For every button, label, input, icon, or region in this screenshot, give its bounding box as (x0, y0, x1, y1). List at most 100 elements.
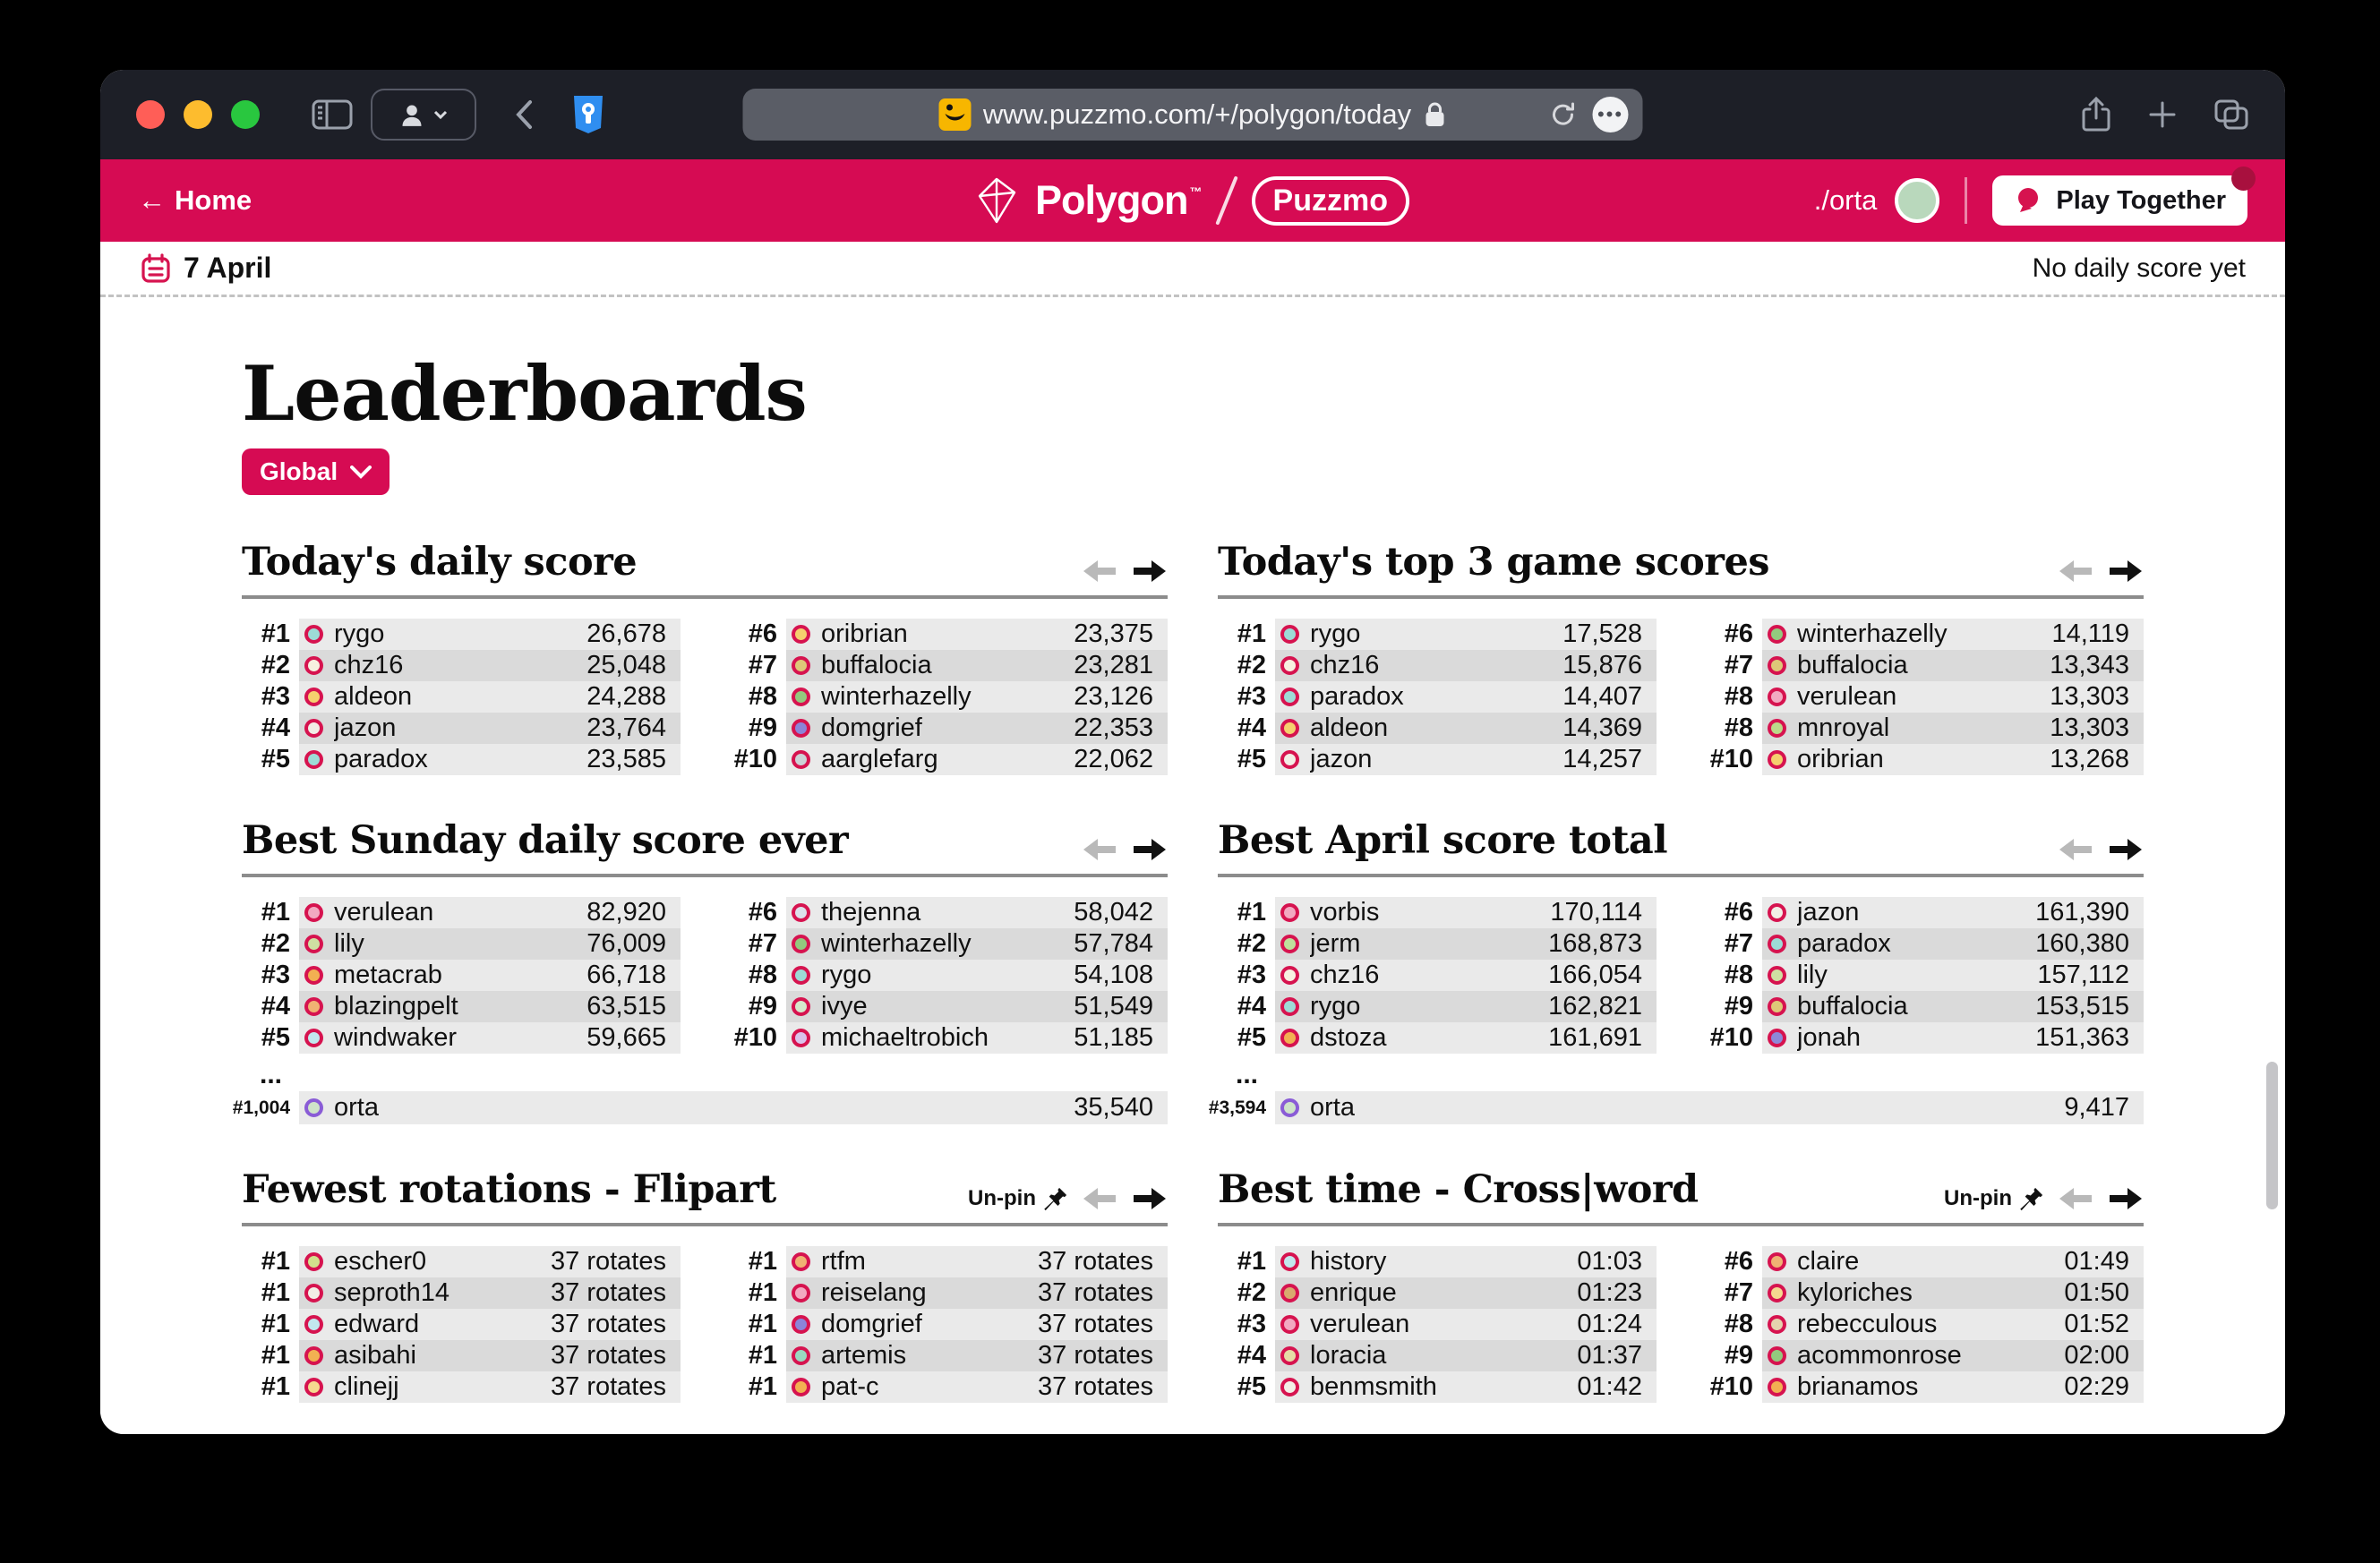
leaderboard-row[interactable]: #1seproth1437 rotates (242, 1277, 681, 1309)
leaderboard-row[interactable]: #1edward37 rotates (242, 1309, 681, 1340)
leaderboard-row[interactable]: #2jerm168,873 (1218, 928, 1657, 960)
rank-label: #1 (242, 1277, 299, 1309)
leaderboard-row[interactable]: #8winterhazelly23,126 (729, 681, 1168, 713)
leaderboard-row[interactable]: #2chz1625,048 (242, 650, 681, 681)
unpin-button[interactable]: Un-pin (968, 1186, 1067, 1211)
next-page-arrow[interactable] (1132, 836, 1168, 863)
leaderboard-row[interactable]: #9ivye51,549 (729, 991, 1168, 1022)
leaderboard-row[interactable]: #1,004 orta 35,540 (242, 1091, 1168, 1124)
leaderboard-row[interactable]: #6claire01:49 (1705, 1246, 2144, 1277)
next-page-arrow[interactable] (1132, 1185, 1168, 1212)
avatar (792, 1252, 810, 1271)
leaderboard-row[interactable]: #2lily76,009 (242, 928, 681, 960)
share-icon[interactable] (2081, 97, 2111, 132)
leaderboard-row[interactable]: #1domgrief37 rotates (729, 1309, 1168, 1340)
next-page-arrow[interactable] (2108, 836, 2144, 863)
avatar[interactable] (1895, 178, 1939, 223)
zoom-window-button[interactable] (231, 100, 260, 129)
scrollbar-thumb[interactable] (2266, 1062, 2278, 1209)
leaderboard-row[interactable]: #8rebecculous01:52 (1705, 1309, 2144, 1340)
leaderboard-row[interactable]: #1rtfm37 rotates (729, 1246, 1168, 1277)
back-button[interactable] (514, 98, 534, 131)
leaderboard-row[interactable]: #2chz1615,876 (1218, 650, 1657, 681)
leaderboard-row[interactable]: #1rygo17,528 (1218, 619, 1657, 650)
next-page-arrow[interactable] (2108, 558, 2144, 585)
leaderboard-row[interactable]: #1clinejj37 rotates (242, 1371, 681, 1403)
leaderboard-row[interactable]: #3,594 orta 9,417 (1218, 1091, 2144, 1124)
leaderboard-row[interactable]: #7buffalocia23,281 (729, 650, 1168, 681)
leaderboard-row[interactable]: #1artemis37 rotates (729, 1340, 1168, 1371)
leaderboard-row[interactable]: #9domgrief22,353 (729, 713, 1168, 744)
tab-overview-icon[interactable] (2213, 98, 2249, 131)
leaderboard-row[interactable]: #3metacrab66,718 (242, 960, 681, 991)
leaderboard-row[interactable]: #5paradox23,585 (242, 744, 681, 775)
page-actions-icon[interactable]: ••• (1593, 97, 1629, 132)
prev-page-arrow[interactable] (1082, 836, 1117, 863)
leaderboard-row[interactable]: #10michaeltrobich51,185 (729, 1022, 1168, 1054)
leaderboard-row[interactable]: #4jazon23,764 (242, 713, 681, 744)
leaderboard-row[interactable]: #4aldeon14,369 (1218, 713, 1657, 744)
username-link[interactable]: ./orta (1814, 184, 1878, 217)
next-page-arrow[interactable] (1132, 558, 1168, 585)
home-link[interactable]: ← Home (138, 184, 252, 217)
url-bar[interactable]: www.puzzmo.com/+/polygon/today ••• (743, 89, 1643, 141)
leaderboard-row[interactable]: #3verulean01:24 (1218, 1309, 1657, 1340)
leaderboard-row[interactable]: #4blazingpelt63,515 (242, 991, 681, 1022)
leaderboard-row[interactable]: #10aarglefarg22,062 (729, 744, 1168, 775)
leaderboard-row[interactable]: #9buffalocia153,515 (1705, 991, 2144, 1022)
leaderboard-row[interactable]: #6jazon161,390 (1705, 897, 2144, 928)
leaderboard-row[interactable]: #9acommonrose02:00 (1705, 1340, 2144, 1371)
leaderboard-row[interactable]: #7winterhazelly57,784 (729, 928, 1168, 960)
leaderboard-row[interactable]: #1pat-c37 rotates (729, 1371, 1168, 1403)
prev-page-arrow[interactable] (2058, 1185, 2093, 1212)
prev-page-arrow[interactable] (1082, 1185, 1117, 1212)
leaderboard-row[interactable]: #8verulean13,303 (1705, 681, 2144, 713)
leaderboard-row[interactable]: #1escher037 rotates (242, 1246, 681, 1277)
leaderboard-row[interactable]: #10oribrian13,268 (1705, 744, 2144, 775)
leaderboard-row[interactable]: #2enrique01:23 (1218, 1277, 1657, 1309)
leaderboard-row[interactable]: #4rygo162,821 (1218, 991, 1657, 1022)
leaderboard-row[interactable]: #8mnroyal13,303 (1705, 713, 2144, 744)
player-name: winterhazelly (821, 929, 1063, 959)
password-manager-icon[interactable] (569, 94, 607, 135)
leaderboard-row[interactable]: #7paradox160,380 (1705, 928, 2144, 960)
reload-icon[interactable] (1550, 101, 1577, 128)
leaderboard-row[interactable]: #1vorbis170,114 (1218, 897, 1657, 928)
prev-page-arrow[interactable] (2058, 558, 2093, 585)
new-tab-icon[interactable] (2147, 99, 2178, 130)
prev-page-arrow[interactable] (2058, 836, 2093, 863)
leaderboard-row[interactable]: #8lily157,112 (1705, 960, 2144, 991)
leaderboard-row[interactable]: #5dstoza161,691 (1218, 1022, 1657, 1054)
leaderboard-row[interactable]: #8rygo54,108 (729, 960, 1168, 991)
leaderboard-row[interactable]: #3paradox14,407 (1218, 681, 1657, 713)
profile-menu-button[interactable] (371, 89, 476, 141)
play-together-button[interactable]: Play Together (1992, 175, 2247, 226)
leaderboard-row[interactable]: #3aldeon24,288 (242, 681, 681, 713)
unpin-button[interactable]: Un-pin (1944, 1186, 2043, 1211)
next-page-arrow[interactable] (2108, 1185, 2144, 1212)
leaderboard-row[interactable]: #6winterhazelly14,119 (1705, 619, 2144, 650)
leaderboard-row[interactable]: #5jazon14,257 (1218, 744, 1657, 775)
prev-page-arrow[interactable] (1082, 558, 1117, 585)
sidebar-toggle-icon[interactable] (312, 98, 353, 131)
leaderboard-row[interactable]: #7kyloriches01:50 (1705, 1277, 2144, 1309)
leaderboard-row[interactable]: #1history01:03 (1218, 1246, 1657, 1277)
leaderboard-row[interactable]: #4loracia01:37 (1218, 1340, 1657, 1371)
leaderboard-row[interactable]: #10jonah151,363 (1705, 1022, 2144, 1054)
leaderboard-row[interactable]: #7buffalocia13,343 (1705, 650, 2144, 681)
leaderboard-row[interactable]: #5benmsmith01:42 (1218, 1371, 1657, 1403)
leaderboard-row[interactable]: #3chz16166,054 (1218, 960, 1657, 991)
leaderboard-row[interactable]: #1asibahi37 rotates (242, 1340, 681, 1371)
scope-dropdown[interactable]: Global (242, 448, 390, 495)
leaderboard-row[interactable]: #1rygo26,678 (242, 619, 681, 650)
current-date[interactable]: 7 April (184, 252, 271, 285)
close-window-button[interactable] (136, 100, 165, 129)
puzzmo-wordmark[interactable]: Puzzmo (1252, 176, 1409, 226)
leaderboard-row[interactable]: #1reiselang37 rotates (729, 1277, 1168, 1309)
leaderboard-row[interactable]: #5windwaker59,665 (242, 1022, 681, 1054)
leaderboard-row[interactable]: #6thejenna58,042 (729, 897, 1168, 928)
minimize-window-button[interactable] (184, 100, 212, 129)
leaderboard-row[interactable]: #10brianamos02:29 (1705, 1371, 2144, 1403)
leaderboard-row[interactable]: #6oribrian23,375 (729, 619, 1168, 650)
leaderboard-row[interactable]: #1verulean82,920 (242, 897, 681, 928)
